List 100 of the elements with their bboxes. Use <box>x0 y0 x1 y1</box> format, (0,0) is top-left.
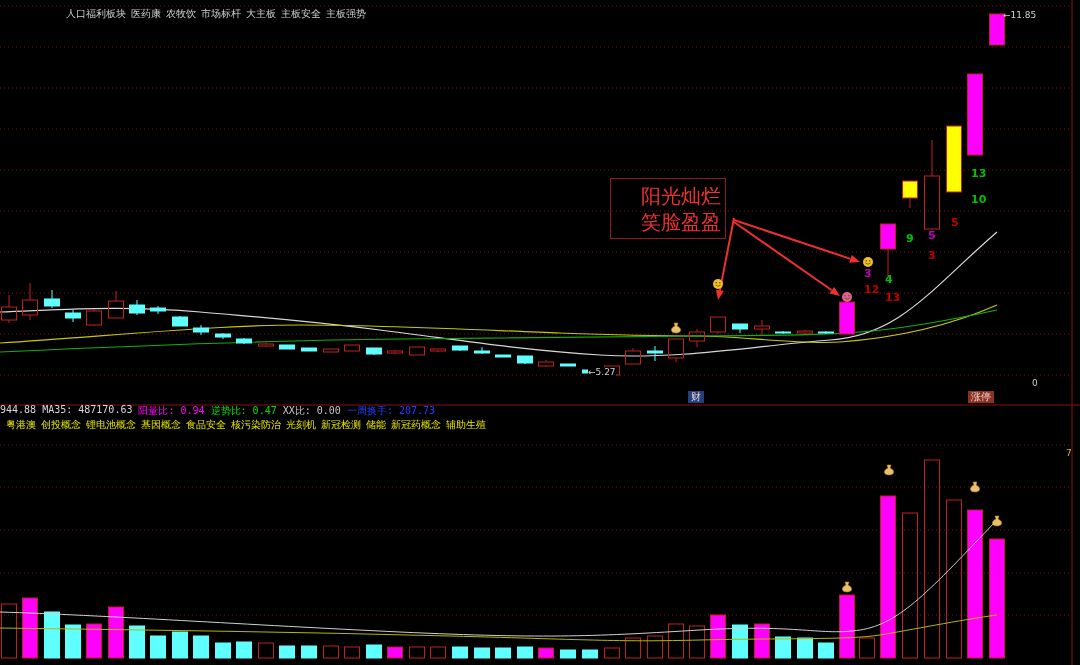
candlestick <box>775 330 791 335</box>
money-bag-icon <box>671 322 681 334</box>
candlestick <box>474 346 490 355</box>
count-label: 10 <box>971 194 987 206</box>
sector-tag: 主板安全 <box>281 7 321 21</box>
candlestick <box>236 337 252 345</box>
sector-tag: 储能 <box>366 418 386 432</box>
count-label: 3 <box>864 268 872 280</box>
volume-bar <box>366 644 382 659</box>
volume-bar <box>668 623 684 659</box>
date-marker: 财 <box>688 391 704 403</box>
sector-tag: 新冠药概念 <box>391 418 441 432</box>
candlestick <box>430 348 446 353</box>
sector-tag: 光刻机 <box>286 418 316 432</box>
volume-bar <box>710 614 726 659</box>
volume-bar <box>301 645 317 659</box>
volume-bar <box>797 637 813 659</box>
count-label: 13 <box>971 168 987 180</box>
candlestick <box>989 13 1005 46</box>
volume-bar <box>172 631 188 659</box>
candlestick <box>880 223 896 277</box>
volume-bar <box>1 603 17 659</box>
indicator-value: XX比: 0.00 <box>282 404 341 418</box>
volume-bar <box>22 597 38 659</box>
smiley-icon <box>842 292 852 302</box>
sector-tag: 粤港澳 <box>6 418 36 432</box>
sector-tag: 市场标杆 <box>201 7 241 21</box>
candlestick <box>409 346 425 356</box>
money-bag-icon <box>992 515 1002 527</box>
indicator-value: 944.88 MA35: 487170.63 <box>0 404 133 417</box>
candlestick <box>946 125 962 193</box>
candlestick <box>452 345 468 352</box>
candlestick <box>258 342 274 348</box>
volume-bar <box>689 625 705 659</box>
volume-bar <box>775 636 791 659</box>
sector-tag: 创投概念 <box>41 418 81 432</box>
sector-tag: 新冠检测 <box>321 418 361 432</box>
sector-tag: 主板强势 <box>326 7 366 21</box>
candlestick <box>323 348 339 353</box>
candlestick <box>517 355 533 365</box>
smiley-icon <box>863 257 873 267</box>
candlestick <box>150 305 166 315</box>
candlestick <box>108 290 124 319</box>
volume-bar <box>582 649 598 659</box>
candlestick <box>754 319 770 336</box>
candlestick <box>668 338 684 363</box>
count-label: 12 <box>864 284 880 296</box>
count-label: 3 <box>928 250 936 262</box>
candlestick <box>710 316 726 335</box>
high-price-label: ←11.85 <box>1003 10 1037 21</box>
sector-tag: 辅助生殖 <box>446 418 486 432</box>
sector-tag: 食品安全 <box>186 418 226 432</box>
indicator-value: 一周换手: 207.73 <box>346 404 436 418</box>
volume-bar <box>150 635 166 659</box>
candlestick <box>387 349 403 355</box>
candlestick <box>689 328 705 348</box>
volume-bar <box>258 642 274 659</box>
candlestick <box>301 347 317 352</box>
count-label: 4 <box>885 274 893 286</box>
volume-bar <box>647 635 663 659</box>
smiley-icon <box>713 279 723 289</box>
money-bag-icon <box>884 464 894 476</box>
volume-bar <box>279 645 295 659</box>
volume-bar <box>86 623 102 659</box>
volume-bar <box>818 642 834 659</box>
annotation-text: 阳光灿烂 <box>641 182 721 209</box>
volume-bar <box>839 594 855 659</box>
sector-tag: 医药康 <box>131 7 161 21</box>
count-label: 13 <box>885 292 901 304</box>
candlestick <box>732 323 748 334</box>
sector-tag: 人口福利板块 <box>66 7 126 21</box>
candlestick <box>1 294 17 324</box>
candlestick <box>86 308 102 327</box>
candlestick <box>215 332 231 340</box>
volume-bar <box>430 646 446 659</box>
candlestick <box>818 330 834 335</box>
volume-bar <box>732 624 748 659</box>
candlestick <box>193 324 209 336</box>
volume-bar <box>193 635 209 659</box>
volume-bar <box>474 647 490 659</box>
indicator-value: 逆势比: 0.47 <box>210 404 277 418</box>
indicator-value: 阳量比: 0.94 <box>138 404 205 418</box>
volume-bar <box>560 649 576 659</box>
candlestick <box>44 289 60 309</box>
volume-bar <box>604 647 620 659</box>
candlestick <box>495 354 511 358</box>
volume-bar <box>236 641 252 659</box>
count-label: 5 <box>928 230 936 242</box>
volume-bar <box>409 646 425 659</box>
volume-bar <box>323 645 339 659</box>
candlestick <box>172 315 188 327</box>
count-label: 5 <box>951 217 959 229</box>
volume-bar <box>859 637 875 659</box>
candlestick <box>366 347 382 356</box>
scale-label: 0 <box>1032 378 1038 389</box>
candlestick <box>647 345 663 362</box>
money-bag-icon <box>842 581 852 593</box>
volume-bar <box>387 646 403 659</box>
candlestick <box>902 180 918 209</box>
sector-tag: 锂电池概念 <box>86 418 136 432</box>
